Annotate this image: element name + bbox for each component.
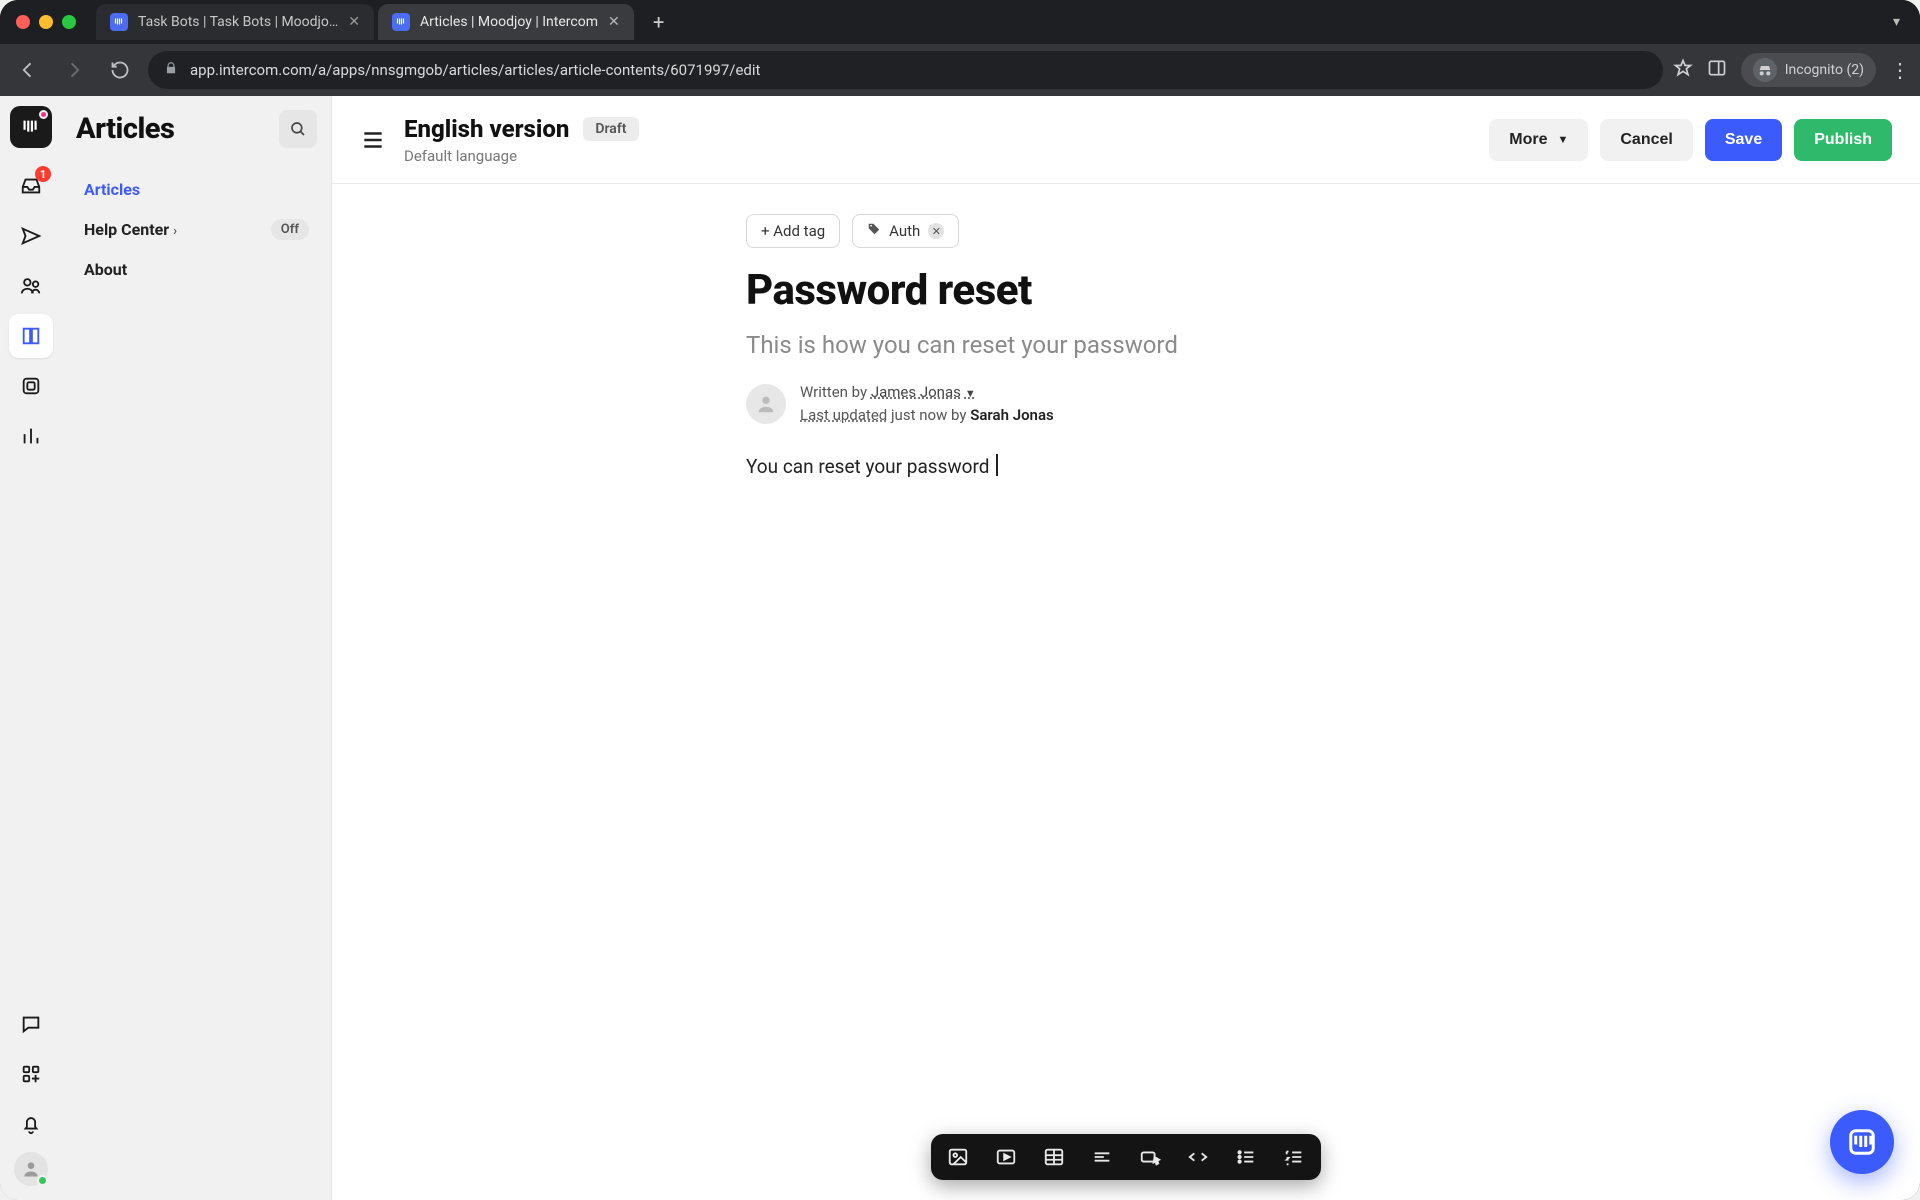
rail-reports[interactable] xyxy=(9,414,53,458)
nav-forward-button[interactable] xyxy=(56,52,92,88)
browser-tab-title: Articles | Moodjoy | Intercom xyxy=(420,14,598,30)
insert-button-button[interactable] xyxy=(1137,1144,1163,1170)
nav-reload-button[interactable] xyxy=(102,52,138,88)
sidebar-item-label: Articles xyxy=(84,180,140,199)
rail-outbound[interactable] xyxy=(9,214,53,258)
incognito-label: Incognito (2) xyxy=(1785,62,1864,78)
inbox-badge: 1 xyxy=(35,166,51,182)
rail-apps[interactable] xyxy=(9,1052,53,1096)
incognito-badge[interactable]: Incognito (2) xyxy=(1741,53,1876,87)
panel-icon[interactable] xyxy=(1707,58,1727,82)
chevron-down-icon: ▼ xyxy=(965,387,976,400)
page-subtitle: Default language xyxy=(404,147,639,165)
main-panel: English version Draft Default language M… xyxy=(332,96,1920,1200)
last-updated-label: Last updated xyxy=(800,406,887,424)
rail-messenger[interactable] xyxy=(9,1002,53,1046)
browser-tab[interactable]: Articles | Moodjoy | Intercom ✕ xyxy=(378,4,634,40)
intercom-favicon-icon xyxy=(110,13,128,31)
sidebar-item-help-center[interactable]: Help Center › Off xyxy=(76,209,317,250)
intercom-logo[interactable] xyxy=(10,106,52,148)
last-updated-rest: just now by xyxy=(887,406,970,424)
browser-menu-icon[interactable]: ⋮ xyxy=(1890,58,1910,82)
notification-dot-icon xyxy=(39,110,48,119)
save-button[interactable]: Save xyxy=(1705,119,1782,161)
text-cursor-icon xyxy=(996,454,998,476)
editor-toolbar xyxy=(931,1134,1321,1180)
tag-remove-icon[interactable]: ✕ xyxy=(928,223,944,239)
article-title-input[interactable]: Password reset xyxy=(746,266,1506,315)
intercom-favicon-icon xyxy=(392,13,410,31)
chevron-right-icon: › xyxy=(173,224,177,239)
last-editor-name: Sarah Jonas xyxy=(970,406,1054,424)
window-close-button[interactable] xyxy=(16,15,30,29)
insert-divider-button[interactable] xyxy=(1089,1144,1115,1170)
bookmark-star-icon[interactable] xyxy=(1673,58,1693,82)
incognito-icon xyxy=(1753,58,1777,82)
search-icon xyxy=(289,120,307,138)
sidebar-item-articles[interactable]: Articles xyxy=(76,170,317,209)
sidebar-search-button[interactable] xyxy=(279,110,317,148)
presence-dot-icon xyxy=(37,1175,48,1186)
window-controls xyxy=(16,15,76,29)
bulleted-list-button[interactable] xyxy=(1233,1144,1259,1170)
intercom-messenger-fab[interactable] xyxy=(1830,1110,1894,1174)
rail-articles[interactable] xyxy=(9,314,53,358)
sidebar-item-about[interactable]: About xyxy=(76,250,317,289)
rail-profile-avatar[interactable] xyxy=(14,1152,48,1186)
rail-contacts[interactable] xyxy=(9,264,53,308)
tab-close-icon[interactable]: ✕ xyxy=(348,14,360,30)
more-button-label: More xyxy=(1509,131,1547,149)
url-text: app.intercom.com/a/apps/nnsgmgob/article… xyxy=(190,61,760,79)
intercom-icon xyxy=(1847,1127,1877,1157)
lock-icon xyxy=(164,61,178,79)
sidebar-title: Articles xyxy=(76,112,174,146)
tag-row: + Add tag Auth ✕ xyxy=(746,214,1506,248)
insert-image-button[interactable] xyxy=(945,1144,971,1170)
sidebar-item-label: About xyxy=(84,260,127,279)
add-tag-button[interactable]: + Add tag xyxy=(746,214,840,248)
rail-notifications[interactable] xyxy=(9,1102,53,1146)
byline: Written by James Jonas▼ Last updated jus… xyxy=(746,381,1506,426)
new-tab-button[interactable]: + xyxy=(644,7,674,37)
editor-area: + Add tag Auth ✕ Password reset This is … xyxy=(332,184,1920,1200)
window-zoom-button[interactable] xyxy=(62,15,76,29)
more-button[interactable]: More ▼ xyxy=(1489,119,1588,161)
numbered-list-button[interactable] xyxy=(1281,1144,1307,1170)
rail-inbox[interactable]: 1 xyxy=(9,164,53,208)
author-avatar xyxy=(746,384,786,424)
page-title: English version xyxy=(404,115,569,143)
insert-table-button[interactable] xyxy=(1041,1144,1067,1170)
browser-tab-title: Task Bots | Task Bots | Moodjo… xyxy=(138,14,338,30)
add-tag-label: + Add tag xyxy=(761,222,825,240)
rail-operator[interactable] xyxy=(9,364,53,408)
nav-rail: 1 xyxy=(0,96,62,1200)
article-body-input[interactable]: You can reset your password xyxy=(746,452,1506,482)
toggle-sidebar-button[interactable] xyxy=(360,127,386,153)
url-input[interactable]: app.intercom.com/a/apps/nnsgmgob/article… xyxy=(148,51,1663,89)
insert-code-button[interactable] xyxy=(1185,1144,1211,1170)
written-by-prefix: Written by xyxy=(800,383,871,401)
sidebar-item-label: Help Center xyxy=(84,220,169,239)
tag-label: Auth xyxy=(889,222,920,240)
tab-close-icon[interactable]: ✕ xyxy=(608,14,620,30)
tabs-dropdown-icon[interactable]: ▾ xyxy=(1893,14,1900,30)
sidebar: Articles Articles Help Center › Off Abou… xyxy=(62,96,332,1200)
tag-icon xyxy=(867,222,881,240)
article-subtitle-input[interactable]: This is how you can reset your password xyxy=(746,331,1506,359)
status-badge: Off xyxy=(271,219,309,240)
tag-chip[interactable]: Auth ✕ xyxy=(852,214,959,248)
window-minimize-button[interactable] xyxy=(39,15,53,29)
browser-address-bar: app.intercom.com/a/apps/nnsgmgob/article… xyxy=(0,44,1920,96)
nav-back-button[interactable] xyxy=(10,52,46,88)
browser-tab-bar: Task Bots | Task Bots | Moodjo… ✕ Articl… xyxy=(0,0,1920,44)
insert-video-button[interactable] xyxy=(993,1144,1019,1170)
publish-button[interactable]: Publish xyxy=(1794,119,1892,161)
article-topbar: English version Draft Default language M… xyxy=(332,96,1920,184)
author-dropdown[interactable]: James Jonas▼ xyxy=(871,383,976,401)
chevron-down-icon: ▼ xyxy=(1557,134,1568,146)
cancel-button[interactable]: Cancel xyxy=(1600,119,1692,161)
status-badge: Draft xyxy=(583,117,638,141)
browser-tab[interactable]: Task Bots | Task Bots | Moodjo… ✕ xyxy=(96,4,374,40)
